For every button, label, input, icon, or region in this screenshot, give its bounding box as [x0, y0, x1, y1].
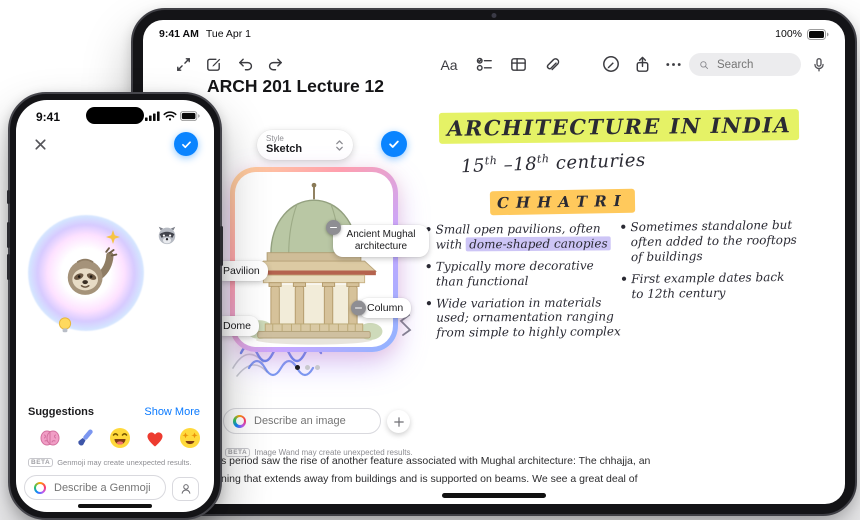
ipad-status-bar: 9:41 AM Tue Apr 1	[159, 28, 251, 40]
notes-left-column: Small open pavilions, often with dome-sh…	[425, 221, 622, 347]
genmoji-beta-note: BETA Genmoji may create unexpected resul…	[28, 458, 191, 467]
attachment-icon[interactable]	[541, 54, 561, 74]
note-bullet: Sometimes standalone but often added to …	[619, 218, 798, 265]
note-bullet: First example dates back to 12th century	[620, 269, 798, 301]
collapse-note-icon[interactable]	[173, 54, 193, 74]
checkmark-icon	[389, 140, 399, 148]
tag-column[interactable]: Column	[351, 298, 412, 318]
dynamic-island	[86, 107, 144, 124]
describe-genmoji-field[interactable]	[24, 475, 198, 500]
add-image-button[interactable]	[387, 410, 410, 433]
compose-icon[interactable]	[203, 54, 223, 74]
person-genmoji-button[interactable]	[172, 477, 199, 501]
image-page-dots[interactable]	[295, 365, 320, 370]
note-bullet: Small open pavilions, often with dome-sh…	[425, 221, 621, 252]
undo-icon[interactable]	[235, 54, 255, 74]
iphone-device: 9:41 Suggestions Show More BETA Genmoji …	[7, 92, 223, 520]
sparkle-icon	[106, 230, 120, 244]
remove-tag-button[interactable]	[326, 220, 341, 235]
wifi-icon	[163, 111, 177, 121]
brain-emoji[interactable]	[37, 425, 63, 451]
markup-pencil-icon[interactable]	[601, 54, 621, 74]
note-bullet: Typically more decorative than functiona…	[425, 258, 621, 289]
person-icon	[181, 484, 190, 494]
search-icon	[698, 59, 710, 71]
laughing-face-emoji[interactable]	[107, 425, 133, 451]
share-icon[interactable]	[632, 54, 652, 74]
cellular-signal-icon	[145, 111, 160, 121]
ipad-status-time: 9:41 AM	[159, 28, 199, 40]
style-selector[interactable]: Style Sketch	[257, 130, 353, 160]
background: 9:41 AM Tue Apr 1 100% Aa Search ARCH 20…	[0, 0, 860, 520]
iphone-status-time: 9:41	[36, 110, 61, 124]
battery-percent: 100%	[775, 28, 802, 40]
redo-icon[interactable]	[265, 54, 285, 74]
handwritten-subheading: 15th –18th centuries	[460, 149, 647, 178]
genmoji-thumbnail-raccoon[interactable]	[156, 224, 178, 251]
ipad-camera	[491, 13, 497, 18]
mic-icon[interactable]	[809, 55, 829, 75]
apple-intelligence-icon	[233, 414, 246, 428]
iphone-status-icons	[145, 111, 200, 121]
iphone-screen: 9:41 Suggestions Show More BETA Genmoji …	[16, 100, 214, 512]
iphone-home-indicator[interactable]	[78, 504, 152, 508]
action-button	[7, 190, 10, 204]
describe-image-field[interactable]	[223, 408, 398, 434]
star-struck-emoji[interactable]	[177, 425, 203, 451]
search-field[interactable]	[689, 53, 801, 76]
battery-icon	[180, 111, 200, 121]
volume-down-button	[7, 254, 10, 280]
handwritten-section-title: CHHATRI	[489, 188, 635, 216]
remove-tag-button[interactable]	[351, 300, 366, 316]
text-format-icon[interactable]: Aa	[439, 55, 459, 75]
note-body-text: s period saw the rise of another feature…	[221, 455, 651, 485]
red-heart-emoji[interactable]	[142, 425, 168, 451]
table-icon[interactable]	[508, 54, 528, 74]
genmoji-thumbnail-lightbulb[interactable]	[56, 316, 74, 339]
tag-subject[interactable]: Ancient Mughal architecture	[326, 220, 429, 257]
volume-up-button	[7, 222, 10, 248]
note-title: ARCH 201 Lecture 12	[207, 76, 385, 96]
suggestions-header: Suggestions Show More	[28, 406, 200, 418]
ipad-status-right: 100%	[775, 28, 829, 40]
checklist-icon[interactable]	[474, 54, 494, 74]
close-button[interactable]	[30, 134, 50, 154]
checkmark-icon	[181, 140, 191, 148]
sloth-genmoji	[67, 247, 118, 295]
apple-intelligence-icon	[34, 481, 46, 494]
confirm-image-button[interactable]	[381, 131, 407, 157]
paintbrush-emoji[interactable]	[72, 425, 98, 451]
more-icon[interactable]	[663, 54, 683, 74]
ipad-status-date: Tue Apr 1	[205, 28, 252, 40]
note-bullet: Wide variation in materials used; orname…	[425, 295, 621, 341]
suggestions-label: Suggestions	[28, 406, 95, 418]
plus-icon	[393, 416, 404, 427]
style-label: Style	[266, 133, 284, 143]
style-value: Sketch	[266, 143, 303, 156]
notes-right-column: Sometimes standalone but often added to …	[619, 218, 798, 309]
search-input[interactable]	[715, 57, 789, 72]
confirm-genmoji-button[interactable]	[174, 132, 198, 156]
ipad-home-indicator[interactable]	[442, 493, 546, 498]
chevron-up-down-icon	[335, 138, 344, 153]
describe-image-input[interactable]	[252, 414, 398, 428]
power-button	[220, 226, 223, 266]
handwritten-heading: ARCHITECTURE IN INDIA	[438, 109, 800, 144]
ipad-screen: 9:41 AM Tue Apr 1 100% Aa Search ARCH 20…	[143, 20, 845, 504]
show-more-link[interactable]: Show More	[144, 406, 200, 418]
ipad-device: 9:41 AM Tue Apr 1 100% Aa Search ARCH 20…	[131, 8, 857, 516]
battery-icon	[807, 28, 829, 40]
